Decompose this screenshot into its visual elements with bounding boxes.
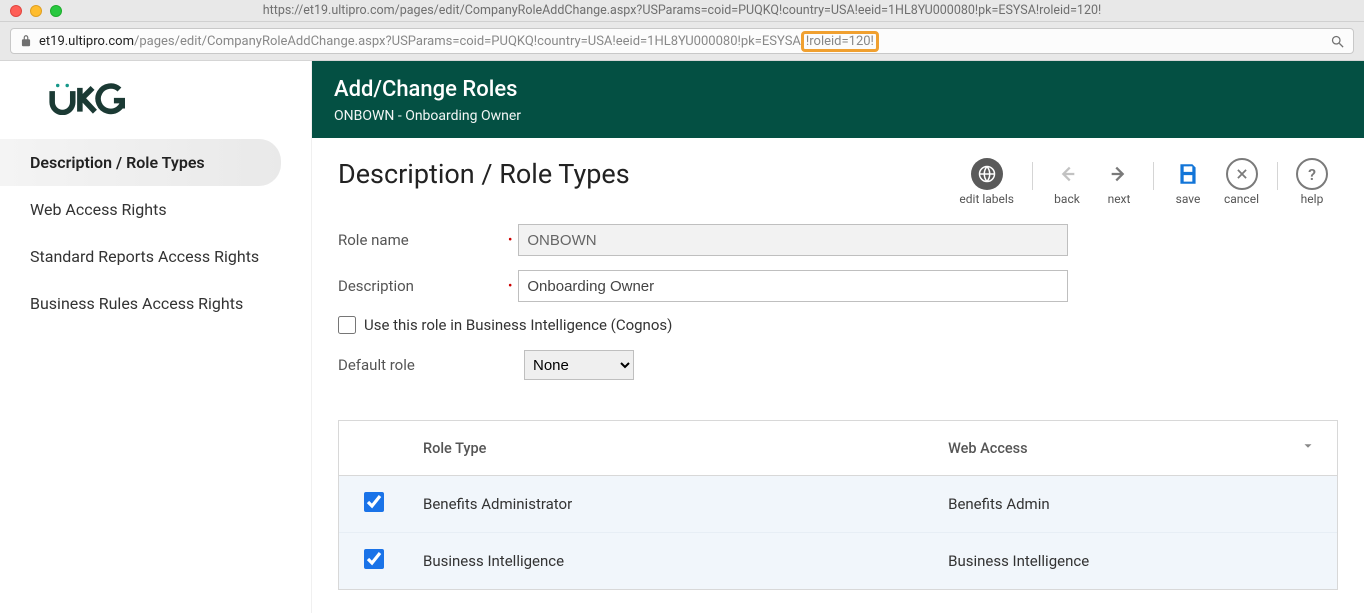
role-name-input[interactable]: [518, 224, 1068, 256]
table-header-role-type[interactable]: Role Type: [409, 421, 934, 476]
cell-role-type: Business Intelligence: [409, 533, 934, 590]
toolbar-label: back: [1054, 192, 1080, 206]
default-role-select[interactable]: None: [524, 350, 634, 380]
save-icon: [1172, 158, 1204, 190]
app-container: Description / Role Types Web Access Righ…: [0, 61, 1364, 613]
header-subtitle: ONBOWN - Onboarding Owner: [334, 108, 1342, 124]
toolbar-label: save: [1176, 192, 1201, 206]
close-window-button[interactable]: [10, 5, 22, 17]
browser-chrome: https://et19.ultipro.com/pages/edit/Comp…: [0, 0, 1364, 61]
cancel-button[interactable]: cancel: [1214, 158, 1269, 206]
sidebar-item-label: Web Access Rights: [30, 200, 167, 219]
cell-web-access: Business Intelligence: [934, 533, 1337, 590]
row-checkbox[interactable]: [364, 492, 384, 512]
address-highlight: !roleid=120!: [801, 31, 879, 52]
row-checkbox[interactable]: [364, 549, 384, 569]
role-types-table: Role Type Web Access Benefits Administra…: [338, 420, 1338, 590]
sidebar-item-label: Description / Role Types: [30, 153, 205, 172]
traffic-lights: [10, 5, 62, 17]
description-row: Description •: [338, 270, 1338, 302]
cell-web-access: Benefits Admin: [934, 476, 1337, 533]
back-button[interactable]: back: [1041, 158, 1093, 206]
save-button[interactable]: save: [1162, 158, 1214, 206]
cell-role-type: Benefits Administrator: [409, 476, 934, 533]
globe-icon: [971, 158, 1003, 190]
required-indicator: •: [508, 233, 512, 248]
table-header-web-access[interactable]: Web Access: [934, 421, 1287, 476]
maximize-window-button[interactable]: [50, 5, 62, 17]
toolbar-separator: [1277, 162, 1278, 190]
sidebar: Description / Role Types Web Access Righ…: [0, 61, 312, 613]
default-role-row: Default role None: [338, 350, 1338, 380]
toolbar-label: edit labels: [959, 192, 1014, 206]
content-head: Description / Role Types edit labels bac…: [338, 158, 1338, 206]
toolbar-separator: [1153, 162, 1154, 190]
sidebar-item-label: Standard Reports Access Rights: [30, 247, 259, 266]
sidebar-item-description-role-types[interactable]: Description / Role Types: [0, 139, 281, 186]
address-bar: et19.ultipro.com /pages/edit/CompanyRole…: [0, 22, 1364, 61]
table-header-row: Role Type Web Access: [339, 421, 1337, 476]
main-content: Add/Change Roles ONBOWN - Onboarding Own…: [312, 61, 1364, 613]
role-name-label: Role name: [338, 231, 508, 249]
bi-checkbox-row: Use this role in Business Intelligence (…: [338, 316, 1338, 334]
table-header-expand[interactable]: [1287, 421, 1337, 476]
bi-checkbox[interactable]: [338, 316, 356, 334]
role-name-row: Role name •: [338, 224, 1338, 256]
edit-labels-button[interactable]: edit labels: [949, 158, 1024, 206]
toolbar-label: next: [1108, 192, 1131, 206]
table-row: Business Intelligence Business Intellige…: [339, 533, 1337, 590]
sidebar-item-business-rules-access-rights[interactable]: Business Rules Access Rights: [0, 280, 311, 327]
toolbar-separator: [1032, 162, 1033, 190]
sidebar-item-web-access-rights[interactable]: Web Access Rights: [0, 186, 311, 233]
content-area: Description / Role Types edit labels bac…: [312, 138, 1364, 610]
help-button[interactable]: ? help: [1286, 158, 1338, 206]
table-header-checkbox: [339, 421, 409, 476]
cancel-icon: [1226, 158, 1258, 190]
arrow-right-icon: [1103, 158, 1135, 190]
required-indicator: •: [508, 279, 512, 294]
address-domain: et19.ultipro.com: [39, 34, 134, 49]
address-field[interactable]: et19.ultipro.com /pages/edit/CompanyRole…: [10, 28, 1354, 54]
toolbar: edit labels back next: [949, 158, 1338, 206]
bi-checkbox-label[interactable]: Use this role in Business Intelligence (…: [364, 316, 672, 334]
title-bar: https://et19.ultipro.com/pages/edit/Comp…: [0, 0, 1364, 22]
lock-icon: [19, 34, 33, 48]
title-bar-url: https://et19.ultipro.com/pages/edit/Comp…: [10, 3, 1354, 18]
address-path: /pages/edit/CompanyRoleAddChange.aspx?US…: [134, 34, 801, 49]
table-row: Benefits Administrator Benefits Admin: [339, 476, 1337, 533]
description-input[interactable]: [518, 270, 1068, 302]
minimize-window-button[interactable]: [30, 5, 42, 17]
sidebar-item-standard-reports-access-rights[interactable]: Standard Reports Access Rights: [0, 233, 311, 280]
description-label: Description: [338, 277, 508, 295]
toolbar-label: cancel: [1224, 192, 1259, 206]
reader-icon[interactable]: [1330, 34, 1345, 49]
toolbar-label: help: [1301, 192, 1324, 206]
header-title: Add/Change Roles: [334, 77, 1342, 102]
page-title: Description / Role Types: [338, 158, 630, 190]
next-button[interactable]: next: [1093, 158, 1145, 206]
ukg-logo: [0, 61, 311, 139]
page-header: Add/Change Roles ONBOWN - Onboarding Own…: [312, 61, 1364, 138]
sidebar-item-label: Business Rules Access Rights: [30, 294, 243, 313]
help-icon: ?: [1296, 158, 1328, 190]
arrow-left-icon: [1051, 158, 1083, 190]
chevron-down-icon: [1301, 439, 1315, 453]
default-role-label: Default role: [338, 356, 524, 374]
